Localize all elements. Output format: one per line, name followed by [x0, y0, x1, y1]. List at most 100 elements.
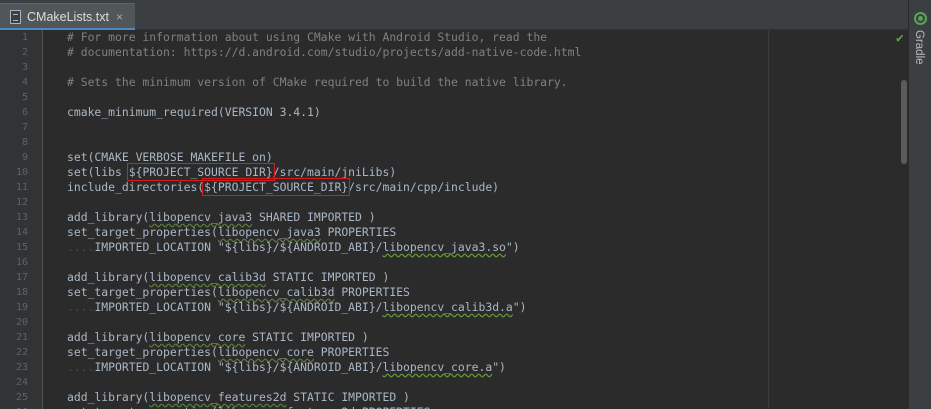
code-token: STATIC IMPORTED )	[265, 270, 390, 284]
gradle-tool-button[interactable]: Gradle	[913, 30, 925, 65]
code-token: libopencv_calib3d	[149, 270, 266, 284]
code-line[interactable]: set(CMAKE_VERBOSE_MAKEFILE on)	[67, 150, 273, 165]
code-token: libopencv_java3.so	[382, 240, 506, 254]
line-number: 2	[21, 47, 28, 58]
code-line[interactable]: include_directories(${PROJECT_SOURCE_DIR…	[67, 178, 500, 196]
code-token: /src/main/jniLibs)	[272, 165, 397, 179]
code-line[interactable]: cmake_minimum_required(VERSION 3.4.1)	[67, 105, 321, 120]
code-line[interactable]: add_library(libopencv_java3 SHARED IMPOR…	[67, 210, 376, 225]
line-number: 9	[21, 152, 28, 163]
code-token: add_library(	[67, 270, 150, 284]
right-tool-window-bar: Gradle	[908, 0, 931, 409]
code-token: IMPORTED_LOCATION "${libs}/${ANDROID_ABI…	[94, 300, 383, 314]
vertical-scrollbar[interactable]	[900, 30, 908, 409]
code-line[interactable]: set_target_properties(libopencv_features…	[67, 405, 430, 409]
code-line[interactable]: set_target_properties(libopencv_core PRO…	[67, 345, 389, 360]
gradle-icon[interactable]	[914, 12, 927, 25]
tab-title: CMakeLists.txt	[27, 10, 109, 24]
line-number: 20	[15, 317, 28, 328]
comment-text: # For more information about using CMake…	[67, 30, 548, 44]
line-number: 7	[21, 122, 28, 133]
code-editor[interactable]: # For more information about using CMake…	[60, 30, 900, 409]
line-number: 4	[21, 77, 28, 88]
code-token: IMPORTED_LOCATION "${libs}/${ANDROID_ABI…	[94, 360, 383, 374]
line-number: 14	[15, 227, 28, 238]
indent-guide: ....	[67, 240, 95, 254]
code-token: add_library(	[67, 330, 150, 344]
code-token: set_target_properties(	[67, 405, 218, 409]
line-number: 21	[15, 332, 28, 343]
line-number: 1	[21, 32, 28, 43]
code-token: libopencv_java3	[217, 225, 321, 239]
code-line[interactable]: ....IMPORTED_LOCATION "${libs}/${ANDROID…	[67, 300, 527, 315]
line-number: 24	[15, 377, 28, 388]
code-token: libopencv_calib3d	[217, 285, 335, 299]
line-number: 17	[15, 272, 28, 283]
line-number: 8	[21, 137, 28, 148]
code-token: STATIC IMPORTED )	[245, 330, 369, 344]
code-line[interactable]: # For more information about using CMake…	[67, 30, 547, 45]
code-token: ")	[492, 360, 506, 374]
check-icon: ✔	[896, 31, 904, 46]
code-token: libopencv_java3	[149, 210, 253, 224]
line-number: 16	[15, 257, 28, 268]
line-number: 19	[15, 302, 28, 313]
code-token: set_target_properties(	[67, 225, 218, 239]
fold-column[interactable]	[43, 30, 60, 409]
code-line[interactable]: # Sets the minimum version of CMake requ…	[67, 75, 568, 90]
code-token: PROPERTIES	[320, 225, 397, 239]
line-number: 3	[21, 62, 28, 73]
comment-text: # Sets the minimum version of CMake requ…	[67, 75, 568, 89]
code-token: IMPORTED_LOCATION "${libs}/${ANDROID_ABI…	[94, 240, 383, 254]
line-number: 5	[21, 92, 28, 103]
code-line[interactable]: add_library(libopencv_features2d STATIC …	[67, 390, 410, 405]
code-line[interactable]: # documentation: https://d.android.com/s…	[67, 45, 581, 60]
code-token: set_target_properties(	[67, 345, 218, 359]
code-token: add_library(	[67, 210, 150, 224]
code-token: libopencv_calib3d.a	[382, 300, 513, 314]
code-token: set_target_properties(	[67, 285, 218, 299]
close-icon[interactable]: ×	[116, 10, 123, 24]
code-token: ")	[512, 300, 527, 314]
code-line[interactable]: set(libs ${PROJECT_SOURCE_DIR}/src/main/…	[67, 163, 397, 181]
code-line[interactable]: ....IMPORTED_LOCATION "${libs}/${ANDROID…	[67, 360, 506, 375]
code-token: STATIC IMPORTED )	[286, 390, 410, 404]
code-token: libopencv_features2d	[218, 405, 355, 409]
line-number: 15	[15, 242, 28, 253]
comment-text: # documentation: https://d.android.com/s…	[67, 45, 582, 59]
line-number-gutter: 1 2 3 4 5 6 7 8 9 10 11 12 13 14 15 16 17 18 19 20 21 22 23 24 2…	[0, 30, 43, 409]
line-number: 11	[15, 182, 28, 193]
line-number: 18	[15, 287, 28, 298]
line-number: 12	[15, 197, 28, 208]
code-token: /src/main/cpp/include)	[348, 180, 500, 194]
code-token: libopencv_core	[217, 345, 314, 359]
line-number: 26	[0, 405, 28, 409]
editor-tab-bar: CMakeLists.txt ×	[0, 0, 908, 30]
line-number: 10	[15, 167, 28, 178]
code-token: libopencv_core.a	[382, 360, 493, 374]
code-token: cmake_minimum_required(VERSION 3.4.1)	[67, 105, 321, 119]
tab-cmakelists[interactable]: CMakeLists.txt ×	[0, 3, 135, 30]
code-token: PROPERTIES	[355, 405, 431, 409]
code-token: add_library(	[67, 390, 150, 404]
highlighted-token: ${PROJECT_SOURCE_DIR}	[126, 163, 275, 181]
code-token: set(CMAKE_VERBOSE_MAKEFILE on)	[67, 150, 273, 164]
code-token: SHARED IMPORTED )	[252, 210, 376, 224]
code-line[interactable]: ....IMPORTED_LOCATION "${libs}/${ANDROID…	[67, 240, 520, 255]
line-number: 13	[15, 212, 28, 223]
code-token: PROPERTIES	[334, 285, 410, 299]
line-number: 22	[15, 347, 28, 358]
indent-guide: ....	[67, 300, 95, 314]
code-token: set(libs	[67, 165, 129, 179]
code-token: libopencv_core	[149, 330, 246, 344]
scrollbar-thumb[interactable]	[901, 80, 907, 164]
code-line[interactable]: add_library(libopencv_core STATIC IMPORT…	[67, 330, 369, 345]
indent-guide: ....	[67, 360, 95, 374]
code-line[interactable]: add_library(libopencv_calib3d STATIC IMP…	[67, 270, 389, 285]
code-token: PROPERTIES	[313, 345, 390, 359]
line-number: 6	[21, 107, 28, 118]
code-token: libopencv_features2d	[149, 390, 287, 404]
code-line[interactable]: set_target_properties(libopencv_calib3d …	[67, 285, 410, 300]
code-line[interactable]: set_target_properties(libopencv_java3 PR…	[67, 225, 396, 240]
highlighted-token: ${PROJECT_SOURCE_DIR}	[202, 178, 351, 196]
